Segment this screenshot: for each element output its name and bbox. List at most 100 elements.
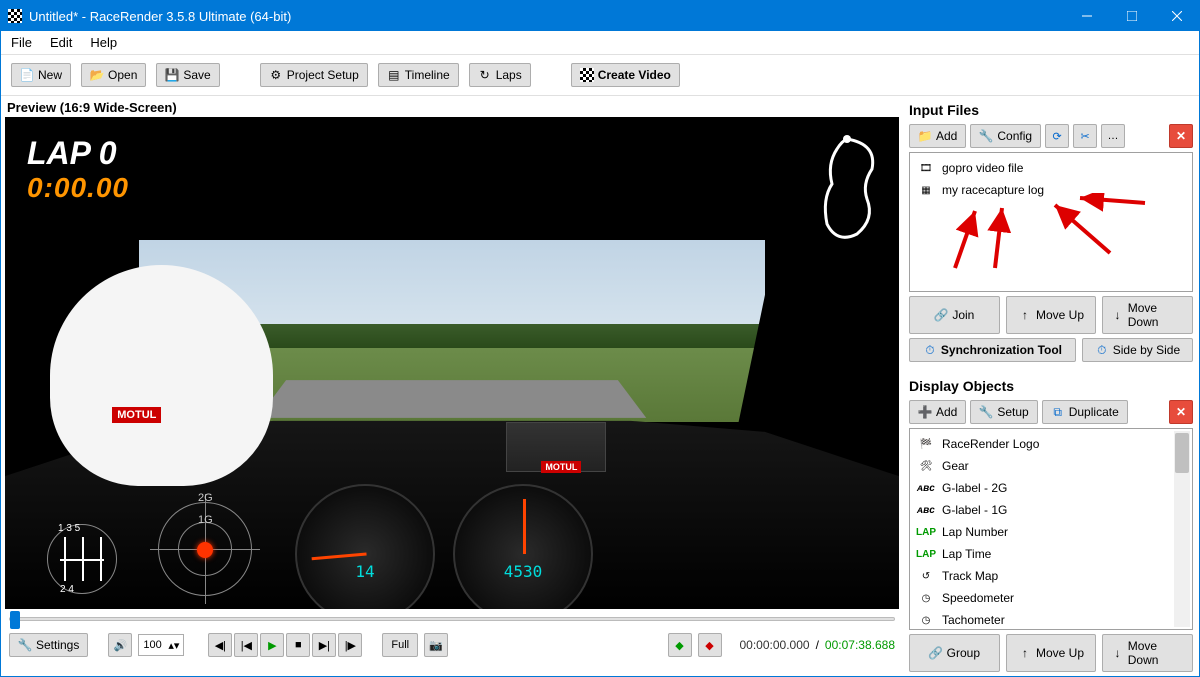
input-cut-button[interactable]: ✂ <box>1073 124 1097 148</box>
menubar: File Edit Help <box>1 31 1199 55</box>
display-objects-actions: 🔗Group ↑Move Up ↓Move Down <box>909 634 1193 672</box>
mute-button[interactable]: 🔊 <box>108 633 132 657</box>
group-button[interactable]: 🔗Group <box>909 634 1000 672</box>
duplicate-icon: ⧉ <box>1051 405 1065 419</box>
input-delete-button[interactable]: ✕ <box>1169 124 1193 148</box>
laps-button[interactable]: ↻Laps <box>469 63 531 87</box>
minimize-button[interactable] <box>1064 1 1109 31</box>
input-file-item[interactable]: 🎞 gopro video file <box>914 157 1188 179</box>
new-button[interactable]: 📄New <box>11 63 71 87</box>
stop-button[interactable]: ■ <box>286 633 310 657</box>
speaker-icon: 🔊 <box>114 639 128 652</box>
input-refresh-button[interactable]: ⟳ <box>1045 124 1069 148</box>
create-video-button[interactable]: Create Video <box>571 63 680 87</box>
menu-help[interactable]: Help <box>90 35 117 50</box>
titlebar: Untitled* - RaceRender 3.5.8 Ultimate (6… <box>1 1 1199 31</box>
input-add-button[interactable]: 📁Add <box>909 124 966 148</box>
logo-icon: 🏁 <box>916 436 936 452</box>
annotation-arrows <box>920 193 1180 283</box>
display-object-item[interactable]: 🛠Gear <box>914 455 1188 477</box>
input-sync-row: ⏱Synchronization Tool ⏱Side by Side <box>909 338 1193 362</box>
open-button[interactable]: 📂Open <box>81 63 146 87</box>
lap-number: LAP 0 <box>27 135 129 172</box>
timeline-thumb[interactable] <box>10 611 20 629</box>
join-button[interactable]: 🔗Join <box>909 296 1000 334</box>
motul-sticker-2: MOTUL <box>541 461 581 473</box>
open-icon: 📂 <box>90 68 104 82</box>
display-move-up-button[interactable]: ↑Move Up <box>1006 634 1097 672</box>
display-duplicate-button[interactable]: ⧉Duplicate <box>1042 400 1128 424</box>
input-more-button[interactable]: … <box>1101 124 1125 148</box>
sync-tool-button[interactable]: ⏱Synchronization Tool <box>909 338 1076 362</box>
input-file-label: my racecapture log <box>942 183 1044 197</box>
input-config-button[interactable]: 🔧Config <box>970 124 1041 148</box>
settings-button[interactable]: 🔧Settings <box>9 633 88 657</box>
input-files-title: Input Files <box>909 100 1193 120</box>
step-back-button[interactable]: |◀ <box>234 633 258 657</box>
display-objects-list[interactable]: 🏁RaceRender Logo 🛠Gear ᴀʙᴄG-label - 2G ᴀ… <box>909 428 1193 630</box>
timeline-button[interactable]: ▤Timeline <box>378 63 459 87</box>
clock-icon: ⏱ <box>1095 343 1109 357</box>
project-setup-icon: ⚙ <box>269 68 283 82</box>
volume-input[interactable]: 100▴▾ <box>138 634 184 656</box>
folder-icon: 📁 <box>918 129 932 143</box>
display-object-item[interactable]: ᴀʙᴄG-label - 1G <box>914 499 1188 521</box>
go-start-button[interactable]: ◀| <box>208 633 232 657</box>
display-add-button[interactable]: ➕Add <box>909 400 966 424</box>
display-object-item[interactable]: ᴀʙᴄG-label - 2G <box>914 477 1188 499</box>
gforce-overlay: 2G 1G <box>150 494 260 604</box>
lap-icon: LAP <box>916 546 936 562</box>
down-icon: ↓ <box>1111 308 1123 322</box>
display-object-item[interactable]: 🏁RaceRender Logo <box>914 433 1188 455</box>
display-object-item[interactable]: ◷Tachometer <box>914 609 1188 630</box>
new-icon: 📄 <box>20 68 34 82</box>
menu-file[interactable]: File <box>11 35 32 50</box>
input-files-list[interactable]: 🎞 gopro video file ▦ my racecapture log <box>909 152 1193 292</box>
play-button[interactable]: ▶ <box>260 633 284 657</box>
wrench-icon: 🔧 <box>18 638 32 652</box>
display-object-item[interactable]: ↺Track Map <box>914 565 1188 587</box>
marker-green-button[interactable]: ◆ <box>668 633 692 657</box>
preview-label: Preview (16:9 Wide-Screen) <box>3 98 901 117</box>
lap-icon: LAP <box>916 524 936 540</box>
window-controls <box>1064 1 1199 31</box>
timeline-icon: ▤ <box>387 68 401 82</box>
speedo-icon: ◷ <box>916 590 936 606</box>
input-move-down-button[interactable]: ↓Move Down <box>1102 296 1193 334</box>
save-button[interactable]: 💾Save <box>156 63 219 87</box>
step-forward-button[interactable]: ▶| <box>312 633 336 657</box>
snapshot-button[interactable]: 📷 <box>424 633 448 657</box>
maximize-button[interactable] <box>1109 1 1154 31</box>
side-by-side-button[interactable]: ⏱Side by Side <box>1082 338 1193 362</box>
go-end-button[interactable]: |▶ <box>338 633 362 657</box>
display-move-down-button[interactable]: ↓Move Down <box>1102 634 1193 672</box>
timeline-slider[interactable] <box>9 617 895 621</box>
display-delete-button[interactable]: ✕ <box>1169 400 1193 424</box>
tach-icon: ◷ <box>916 612 936 628</box>
marker-red-button[interactable]: ◆ <box>698 633 722 657</box>
input-file-item[interactable]: ▦ my racecapture log <box>914 179 1188 201</box>
camera-icon: 📷 <box>429 639 443 652</box>
display-object-item[interactable]: ◷Speedometer <box>914 587 1188 609</box>
display-object-item[interactable]: LAPLap Number <box>914 521 1188 543</box>
lap-overlay: LAP 0 0:00.00 <box>27 135 129 204</box>
log-icon: ▦ <box>916 182 936 198</box>
main-area: Preview (16:9 Wide-Screen) MOTUL MOTUL L… <box>1 96 1199 676</box>
display-list-scrollbar[interactable] <box>1174 431 1190 627</box>
display-object-item[interactable]: LAPLap Time <box>914 543 1188 565</box>
up-icon: ↑ <box>1018 646 1032 660</box>
close-button[interactable] <box>1154 1 1199 31</box>
display-setup-button[interactable]: 🔧Setup <box>970 400 1037 424</box>
add-icon: ➕ <box>918 405 932 419</box>
project-setup-button[interactable]: ⚙Project Setup <box>260 63 368 87</box>
preview-viewport[interactable]: MOTUL MOTUL LAP 0 0:00.00 1 3 5 2 4 <box>5 117 899 609</box>
menu-edit[interactable]: Edit <box>50 35 72 50</box>
time-current: 00:00:00.000 <box>740 638 810 652</box>
wrench-icon: 🔧 <box>979 129 993 143</box>
motul-sticker: MOTUL <box>112 407 161 423</box>
input-files-toolbar: 📁Add 🔧Config ⟳ ✂ … ✕ <box>909 124 1193 148</box>
app-icon <box>7 8 23 24</box>
fullscreen-button[interactable]: Full <box>382 633 418 657</box>
timeline-slider-area <box>3 609 901 625</box>
input-move-up-button[interactable]: ↑Move Up <box>1006 296 1097 334</box>
